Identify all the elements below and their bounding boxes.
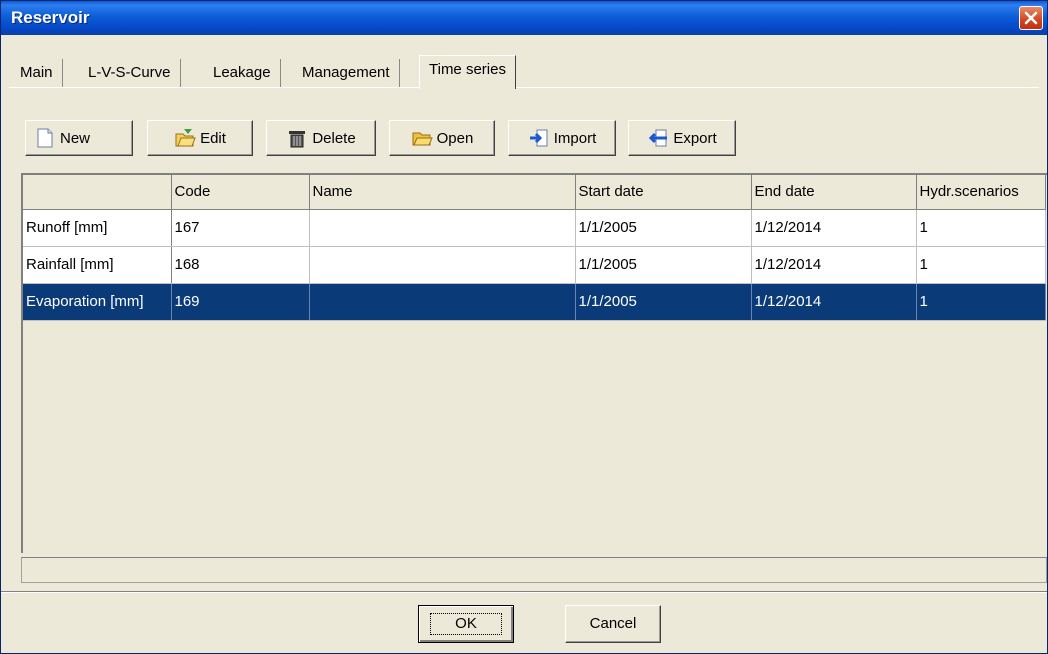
tab-label: L-V-S-Curve bbox=[88, 64, 171, 81]
ok-label: OK bbox=[430, 613, 502, 635]
cell-code[interactable]: 167 bbox=[171, 209, 310, 247]
import-label: Import bbox=[553, 129, 597, 147]
cell-start-date[interactable]: 1/1/2005 bbox=[575, 209, 752, 247]
open-label: Open bbox=[436, 129, 474, 147]
cancel-button[interactable]: Cancel bbox=[565, 605, 661, 643]
trash-icon bbox=[286, 127, 308, 149]
table-row[interactable]: Rainfall [mm] 168 1/1/2005 1/12/2014 1 bbox=[23, 246, 1046, 284]
horizontal-scrollbar[interactable] bbox=[21, 557, 1047, 583]
cell-end-date[interactable]: 1/12/2014 bbox=[751, 209, 917, 247]
reservoir-dialog: Reservoir Main L-V-S-Curve Leakage Manag… bbox=[0, 0, 1048, 654]
header-row: Code Name Start date End date Hydr.scena… bbox=[23, 175, 1046, 210]
tab-label: Management bbox=[302, 64, 390, 81]
tab-label: Leakage bbox=[213, 64, 271, 81]
row-label[interactable]: Evaporation [mm] bbox=[23, 283, 172, 321]
cancel-label: Cancel bbox=[589, 615, 637, 632]
new-button[interactable]: New bbox=[25, 120, 133, 156]
export-button[interactable]: Export bbox=[628, 120, 736, 156]
cell-start-date[interactable]: 1/1/2005 bbox=[575, 283, 752, 321]
ok-button[interactable]: OK bbox=[418, 605, 514, 643]
cell-hydr-scenarios[interactable]: 1 bbox=[916, 246, 1046, 284]
column-header-hydr-scenarios[interactable]: Hydr.scenarios bbox=[916, 175, 1046, 210]
column-header-end-date[interactable]: End date bbox=[751, 175, 917, 210]
edit-folder-icon bbox=[174, 127, 196, 149]
title-bar[interactable]: Reservoir bbox=[1, 1, 1047, 35]
close-button[interactable] bbox=[1019, 6, 1043, 30]
new-label: New bbox=[60, 129, 91, 147]
time-series-grid[interactable]: Code Name Start date End date Hydr.scena… bbox=[21, 173, 1047, 553]
cell-name[interactable] bbox=[309, 209, 576, 247]
row-label[interactable]: Rainfall [mm] bbox=[23, 246, 172, 284]
import-arrow-icon bbox=[528, 127, 550, 149]
table-row[interactable]: Runoff [mm] 167 1/1/2005 1/12/2014 1 bbox=[23, 209, 1046, 247]
cell-name[interactable] bbox=[309, 246, 576, 284]
cell-code[interactable]: 168 bbox=[171, 246, 310, 284]
row-label[interactable]: Runoff [mm] bbox=[23, 209, 172, 247]
close-icon bbox=[1024, 11, 1038, 25]
tab-lvs-curve[interactable]: L-V-S-Curve bbox=[79, 59, 181, 87]
column-header-corner bbox=[23, 175, 172, 210]
tab-management[interactable]: Management bbox=[293, 59, 400, 87]
tab-label: Main bbox=[20, 64, 53, 81]
edit-button[interactable]: Edit bbox=[147, 120, 253, 156]
window-title: Reservoir bbox=[11, 8, 90, 27]
delete-button[interactable]: Delete bbox=[266, 120, 376, 156]
cell-name[interactable] bbox=[309, 283, 576, 321]
cell-code[interactable]: 169 bbox=[171, 283, 310, 321]
delete-label: Delete bbox=[312, 129, 356, 147]
cell-end-date[interactable]: 1/12/2014 bbox=[751, 246, 917, 284]
divider bbox=[1, 591, 1047, 593]
tab-time-series[interactable]: Time series bbox=[419, 55, 516, 89]
import-button[interactable]: Import bbox=[508, 120, 616, 156]
cell-hydr-scenarios[interactable]: 1 bbox=[916, 209, 1046, 247]
tab-label: Time series bbox=[429, 61, 506, 78]
export-label: Export bbox=[673, 129, 717, 147]
column-header-start-date[interactable]: Start date bbox=[575, 175, 752, 210]
export-arrow-icon bbox=[647, 127, 669, 149]
open-folder-icon bbox=[411, 127, 433, 149]
column-header-name[interactable]: Name bbox=[309, 175, 576, 210]
tab-main[interactable]: Main bbox=[11, 59, 63, 87]
table-row-selected[interactable]: Evaporation [mm] 169 1/1/2005 1/12/2014 … bbox=[23, 283, 1046, 321]
cell-hydr-scenarios[interactable]: 1 bbox=[916, 283, 1046, 321]
cell-start-date[interactable]: 1/1/2005 bbox=[575, 246, 752, 284]
open-button[interactable]: Open bbox=[389, 120, 495, 156]
tab-leakage[interactable]: Leakage bbox=[204, 59, 281, 87]
time-series-table: Code Name Start date End date Hydr.scena… bbox=[23, 175, 1046, 321]
cell-end-date[interactable]: 1/12/2014 bbox=[751, 283, 917, 321]
new-document-icon bbox=[34, 127, 56, 149]
edit-label: Edit bbox=[200, 129, 226, 147]
column-header-code[interactable]: Code bbox=[171, 175, 310, 210]
